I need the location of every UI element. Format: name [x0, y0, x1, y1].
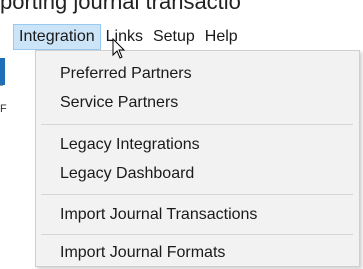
mouse-pointer-icon — [112, 37, 126, 65]
background-window-edge: F — [0, 50, 7, 269]
menu-item-legacy-integrations[interactable]: Legacy Integrations — [60, 135, 200, 155]
background-divider — [0, 85, 3, 86]
menu-item-import-journal-transactions[interactable]: Import Journal Transactions — [60, 205, 257, 225]
menu-item-preferred-partners[interactable]: Preferred Partners — [60, 64, 192, 84]
menu-integration[interactable]: Integration — [13, 24, 101, 50]
menu-item-legacy-dashboard[interactable]: Legacy Dashboard — [60, 164, 194, 184]
integration-dropdown-menu: Preferred Partners Service Partners Lega… — [35, 50, 360, 267]
menu-help[interactable]: Help — [200, 24, 243, 50]
menu-separator — [41, 194, 353, 195]
menu-item-import-journal-formats[interactable]: Import Journal Formats — [60, 243, 225, 263]
menu-setup[interactable]: Setup — [148, 24, 200, 50]
menu-item-service-partners[interactable]: Service Partners — [60, 93, 178, 113]
background-blue-bar — [0, 58, 5, 85]
menu-bar: Integration Links Setup Help — [0, 24, 363, 50]
background-partial-text: porting journal transactio — [0, 0, 241, 14]
background-letter: F — [0, 103, 7, 115]
menu-separator — [41, 234, 353, 235]
menu-separator — [41, 124, 353, 125]
